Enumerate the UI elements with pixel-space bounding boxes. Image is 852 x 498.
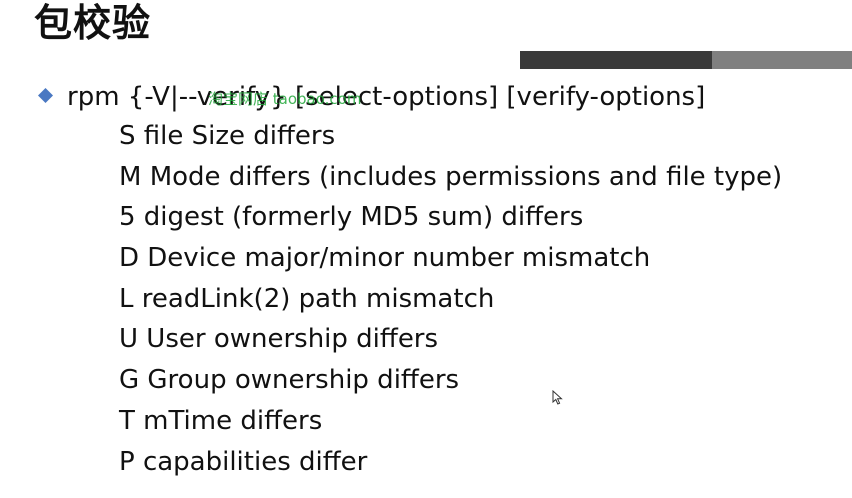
header-bar-light [712,51,852,69]
slide-title: 包校验 [34,1,152,45]
option-readlink: L readLink(2) path mismatch [119,283,495,314]
slide: 包校验 rpm {-V|--verify} [select-options] [… [0,0,852,498]
mouse-pointer-icon [552,390,563,405]
verify-options-list: S file Size differs M Mode differs (incl… [119,116,782,482]
option-user: U User ownership differs [119,324,439,355]
option-digest: 5 digest (formerly MD5 sum) differs [119,202,584,233]
diamond-bullet-icon [38,88,53,103]
option-mode: M Mode differs (includes permissions and… [119,161,783,192]
option-mtime: T mTime differs [119,405,323,436]
command-bullet-line: rpm {-V|--verify} [select-options] [veri… [38,80,705,114]
watermark: 淘宝网店 taobao.com [208,90,362,108]
header-bar-dark [520,51,712,69]
option-capabilities: P capabilities differ [119,446,368,477]
command-syntax: rpm {-V|--verify} [select-options] [veri… [67,82,706,112]
option-size: S file Size differs [119,121,336,151]
option-device: D Device major/minor number mismatch [119,243,651,274]
option-group: G Group ownership differs [119,365,460,396]
